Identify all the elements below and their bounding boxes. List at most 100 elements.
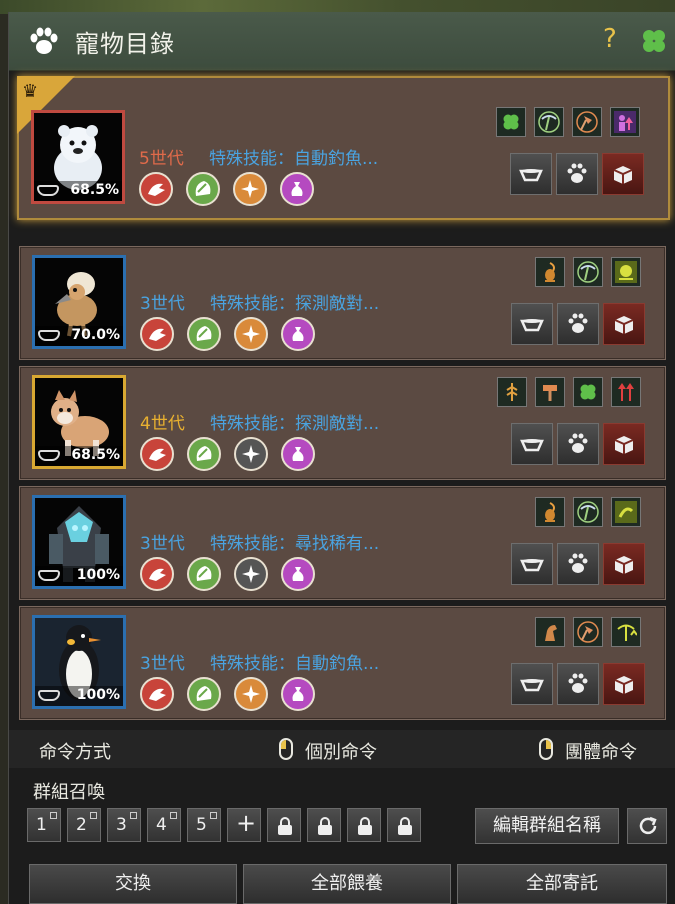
pet-card[interactable]: 68.5% 4世代 特殊技能：探測敵對... xyxy=(19,366,666,480)
gather-command-button[interactable] xyxy=(187,317,221,351)
gather-command-button[interactable] xyxy=(187,437,221,471)
speed-buff[interactable] xyxy=(611,257,641,287)
item-command-button[interactable] xyxy=(281,317,315,351)
group-slot-3[interactable]: 3 xyxy=(107,808,141,842)
scorpion-buff[interactable] xyxy=(535,497,565,527)
pet-portrait[interactable]: 68.5% xyxy=(32,375,126,469)
help-icon[interactable]: ? xyxy=(603,24,617,54)
item-command-icon xyxy=(291,182,303,196)
pet-card[interactable]: 70.0% 3世代 特殊技能：探測敵對... xyxy=(19,246,666,360)
follow-command-button[interactable] xyxy=(234,437,268,471)
follow-command-button[interactable] xyxy=(234,677,268,711)
box-icon xyxy=(614,676,634,694)
hammer-buff[interactable] xyxy=(535,377,565,407)
follow-command-button[interactable] xyxy=(234,557,268,591)
axe-buff[interactable] xyxy=(572,107,602,138)
box-icon xyxy=(614,316,634,334)
pet-info-button[interactable] xyxy=(557,543,599,585)
edit-group-name-button[interactable]: 編輯群組名稱 xyxy=(475,808,619,844)
group-slot-5[interactable]: 5 xyxy=(187,808,221,842)
pet-portrait[interactable]: 100% xyxy=(32,495,126,589)
gather-command-icon xyxy=(196,446,212,461)
group-slot-1[interactable]: 1 xyxy=(27,808,61,842)
follow-command-icon xyxy=(242,445,260,463)
attack-command-button[interactable] xyxy=(140,677,174,711)
mouse-left-icon xyxy=(279,738,293,760)
group-command-option[interactable]: 團體命令 xyxy=(565,738,637,764)
group-slot-4[interactable]: 4 xyxy=(147,808,181,842)
pickaxe-buff[interactable] xyxy=(534,107,564,138)
scorpion-buff[interactable] xyxy=(535,257,565,287)
locked-slot-3[interactable] xyxy=(347,808,381,842)
deposit-pet-button[interactable] xyxy=(603,663,645,705)
axe-buff[interactable] xyxy=(573,617,603,647)
item-command-button[interactable] xyxy=(281,557,315,591)
attack-command-icon xyxy=(148,183,165,196)
paw-icon xyxy=(30,27,58,54)
attack-command-icon xyxy=(149,448,166,461)
follow-command-button[interactable] xyxy=(234,317,268,351)
gather-command-button[interactable] xyxy=(186,172,220,206)
pet-card[interactable]: 100% 3世代 特殊技能：自動釣魚... xyxy=(19,606,666,720)
item-command-button[interactable] xyxy=(280,172,314,206)
pet-card[interactable]: ♛ 68.5% 5世代 特殊技能：自動釣魚... xyxy=(17,76,670,220)
pickaxe-icon xyxy=(538,111,560,133)
attack-command-button[interactable] xyxy=(140,557,174,591)
item-command-button[interactable] xyxy=(281,437,315,471)
pet-card[interactable]: 100% 3世代 特殊技能：尋找稀有... xyxy=(19,486,666,600)
exchange-button[interactable]: 交換 xyxy=(29,864,237,904)
pet-info-button[interactable] xyxy=(557,663,599,705)
double-arrow-buff[interactable] xyxy=(611,377,641,407)
title-bar[interactable]: 寵物目錄 ? xyxy=(9,12,675,71)
follow-command-icon xyxy=(242,325,260,343)
add-group-button[interactable]: + xyxy=(227,808,261,842)
feed-pet-button[interactable] xyxy=(511,423,553,465)
refresh-button[interactable] xyxy=(627,808,667,844)
up-arrow-buff[interactable] xyxy=(610,107,640,138)
deposit-pet-button[interactable] xyxy=(603,543,645,585)
pickaxe-buff[interactable] xyxy=(573,497,603,527)
pet-info-button[interactable] xyxy=(556,153,598,196)
deposit-pet-button[interactable] xyxy=(602,153,644,196)
pet-portrait[interactable]: 100% xyxy=(32,615,126,709)
item-command-icon xyxy=(292,687,304,701)
locked-slot-2[interactable] xyxy=(307,808,341,842)
feed-percent: 68.5% xyxy=(71,447,120,463)
pet-portrait[interactable]: 70.0% xyxy=(32,255,126,349)
clover-buff[interactable] xyxy=(573,377,603,407)
follow-command-button[interactable] xyxy=(233,172,267,206)
pickaxe-buff[interactable] xyxy=(573,257,603,287)
group-slot-2[interactable]: 2 xyxy=(67,808,101,842)
feed-all-button[interactable]: 全部餵養 xyxy=(243,864,451,904)
horse-buff[interactable] xyxy=(535,617,565,647)
feed-pet-button[interactable] xyxy=(511,663,553,705)
locked-slot-4[interactable] xyxy=(387,808,421,842)
feed-pet-button[interactable] xyxy=(510,153,552,196)
attack-command-button[interactable] xyxy=(140,437,174,471)
clover-buff[interactable] xyxy=(496,107,526,138)
clover-icon[interactable] xyxy=(639,26,669,56)
attack-command-button[interactable] xyxy=(140,317,174,351)
feed-pet-button[interactable] xyxy=(511,303,553,345)
deposit-all-button[interactable]: 全部寄託 xyxy=(457,864,667,904)
run-buff[interactable] xyxy=(611,497,641,527)
locked-slot-1[interactable] xyxy=(267,808,301,842)
individual-command-option[interactable]: 個別命令 xyxy=(305,738,377,764)
item-command-button[interactable] xyxy=(281,677,315,711)
feed-pet-button[interactable] xyxy=(511,543,553,585)
pet-info-button[interactable] xyxy=(557,303,599,345)
wheat-buff[interactable] xyxy=(497,377,527,407)
deposit-pet-button[interactable] xyxy=(603,423,645,465)
attack-command-button[interactable] xyxy=(139,172,173,206)
follow-command-icon xyxy=(242,565,260,583)
scorpion-icon xyxy=(545,262,555,282)
deposit-pet-button[interactable] xyxy=(603,303,645,345)
hammer-icon xyxy=(543,385,557,401)
feed-status: 68.5% xyxy=(34,181,122,201)
gather-command-button[interactable] xyxy=(187,677,221,711)
pickaxe-up-buff[interactable] xyxy=(611,617,641,647)
food-bowl-icon xyxy=(520,319,544,332)
pet-info-button[interactable] xyxy=(557,423,599,465)
pet-portrait[interactable]: 68.5% xyxy=(31,110,125,204)
gather-command-button[interactable] xyxy=(187,557,221,591)
